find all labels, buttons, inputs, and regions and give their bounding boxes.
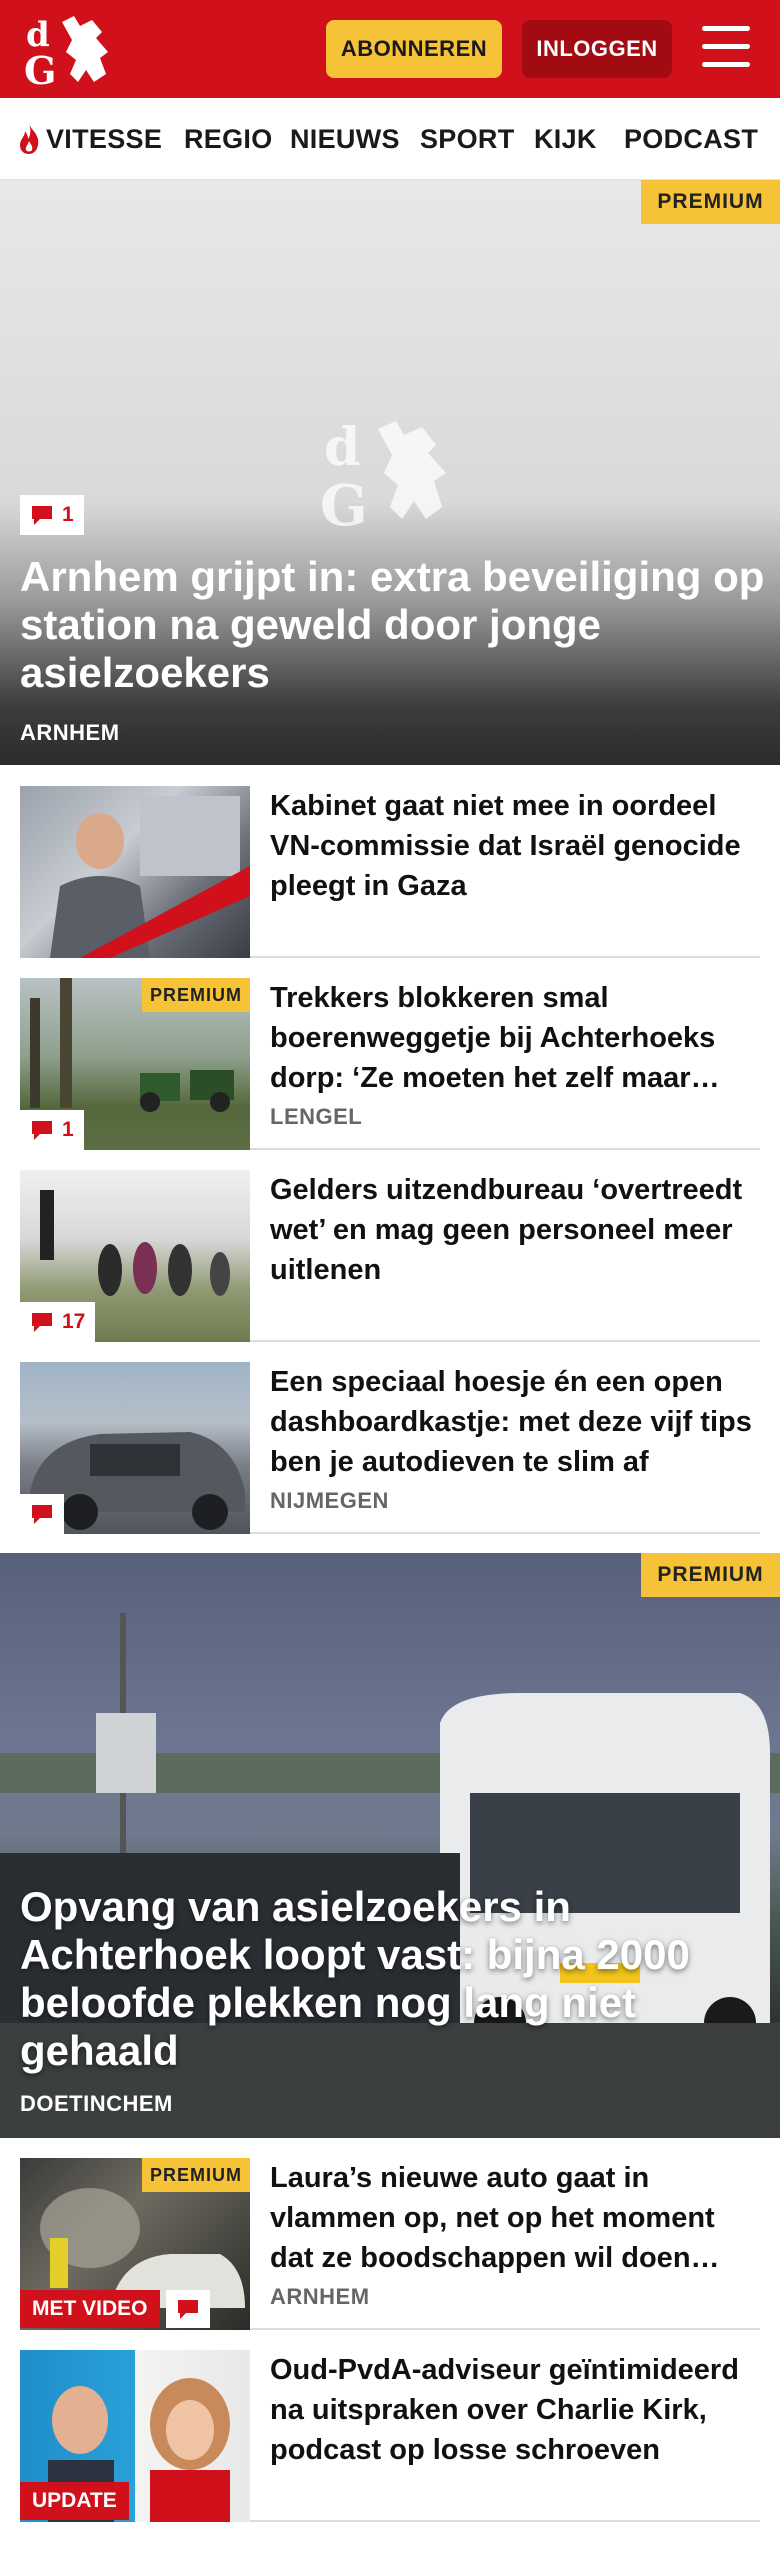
article-title[interactable]: Gelders uitzendbureau ‘overtreedt wet’ e… [270, 1170, 760, 1290]
subscribe-button[interactable]: ABONNEREN [326, 20, 502, 78]
top-bar: d G ABONNEREN INLOGGEN [0, 0, 780, 98]
premium-badge: PREMIUM [641, 180, 780, 224]
article-location: NIJMEGEN [270, 1488, 389, 1513]
article-location: ARNHEM [270, 2284, 370, 2309]
list-item[interactable]: PREMIUM MET VIDEO Laura’s nieuwe auto ga… [20, 2138, 760, 2330]
hero-location: DOETINCHEM [20, 2091, 173, 2116]
update-tag: UPDATE [20, 2482, 129, 2520]
article-title[interactable]: Trekkers blokkeren smal boerenweggetje b… [270, 978, 760, 1098]
hero-article[interactable]: d G PREMIUM 1 Arnhem grijpt in: extra be… [0, 180, 780, 765]
list-item[interactable]: Een speciaal hoesje én een open dashboar… [20, 1342, 760, 1534]
premium-badge: PREMIUM [142, 2158, 250, 2192]
svg-text:d: d [324, 417, 360, 478]
comment-count: 1 [62, 503, 74, 526]
premium-badge: PREMIUM [641, 1553, 780, 1597]
comment-icon [32, 1121, 52, 1140]
article-thumbnail [20, 786, 250, 958]
nav-item-kijk[interactable]: KIJK [534, 98, 597, 180]
hero-title[interactable]: Arnhem grijpt in: extra beveiliging op s… [20, 553, 765, 697]
nav-label-vitesse: VITESSE [46, 123, 163, 154]
svg-text:G: G [320, 473, 368, 531]
article-title[interactable]: Kabinet gaat niet mee in oordeel VN-comm… [270, 786, 760, 906]
nav-item-nieuws[interactable]: NIEUWS [290, 98, 400, 180]
article-title[interactable]: Laura’s nieuwe auto gaat in vlammen op, … [270, 2158, 760, 2278]
nav-item-sport[interactable]: SPORT [420, 98, 515, 180]
comment-count-badge[interactable]: 1 [20, 495, 84, 535]
article-title[interactable]: Oud-PvdA-adviseur geïntimi­deerd na uits… [270, 2350, 760, 2470]
comment-icon [178, 2300, 198, 2319]
comment-badge[interactable] [20, 1494, 64, 1534]
hero-location: ARNHEM [20, 720, 120, 745]
comment-badge[interactable] [166, 2290, 210, 2328]
nav-item-vitesse[interactable]: VITESSE [16, 98, 162, 180]
comment-count: 17 [62, 1310, 86, 1333]
svg-text:G: G [24, 48, 56, 88]
login-button[interactable]: INLOGGEN [522, 20, 672, 78]
list-item[interactable]: UPDATE Oud-PvdA-adviseur geïntimi­deerd … [20, 2330, 760, 2522]
premium-badge: PREMIUM [142, 978, 250, 1012]
nav-item-podcast[interactable]: PODCAST [624, 98, 758, 180]
list-item[interactable]: PREMIUM 1 Trekkers blokkeren smal boeren… [20, 958, 760, 1150]
flame-icon [20, 124, 39, 154]
comment-icon [32, 1313, 52, 1332]
video-tag: MET VIDEO [20, 2290, 160, 2328]
nav-item-regio[interactable]: REGIO [184, 98, 273, 180]
menu-icon[interactable] [702, 26, 750, 72]
hero-article-2[interactable]: PREMIUM Opvang van asielzoekers in Achte… [0, 1553, 780, 2138]
article-location: LENGEL [270, 1104, 363, 1129]
comment-count: 1 [62, 1118, 74, 1141]
comment-count-badge[interactable]: 1 [20, 1110, 84, 1150]
comment-count-badge[interactable]: 17 [20, 1302, 96, 1342]
list-item[interactable]: Kabinet gaat niet mee in oordeel VN-comm… [20, 766, 760, 958]
list-item[interactable]: 17 Gelders uitzendbureau ‘overtreedt wet… [20, 1150, 760, 1342]
article-title[interactable]: Een speciaal hoesje én een open dashboar… [270, 1362, 760, 1482]
section-nav: VITESSE REGIO NIEUWS SPORT KIJK PODCAST [0, 98, 780, 180]
comment-icon [32, 1505, 52, 1524]
photo-speaker [50, 796, 250, 958]
comment-icon [32, 506, 52, 525]
dg-logo[interactable]: d G [22, 12, 118, 88]
dg-logo-placeholder: d G [320, 417, 446, 531]
hero-title[interactable]: Opvang van asielzoekers in Achterhoek lo… [20, 1883, 765, 2075]
